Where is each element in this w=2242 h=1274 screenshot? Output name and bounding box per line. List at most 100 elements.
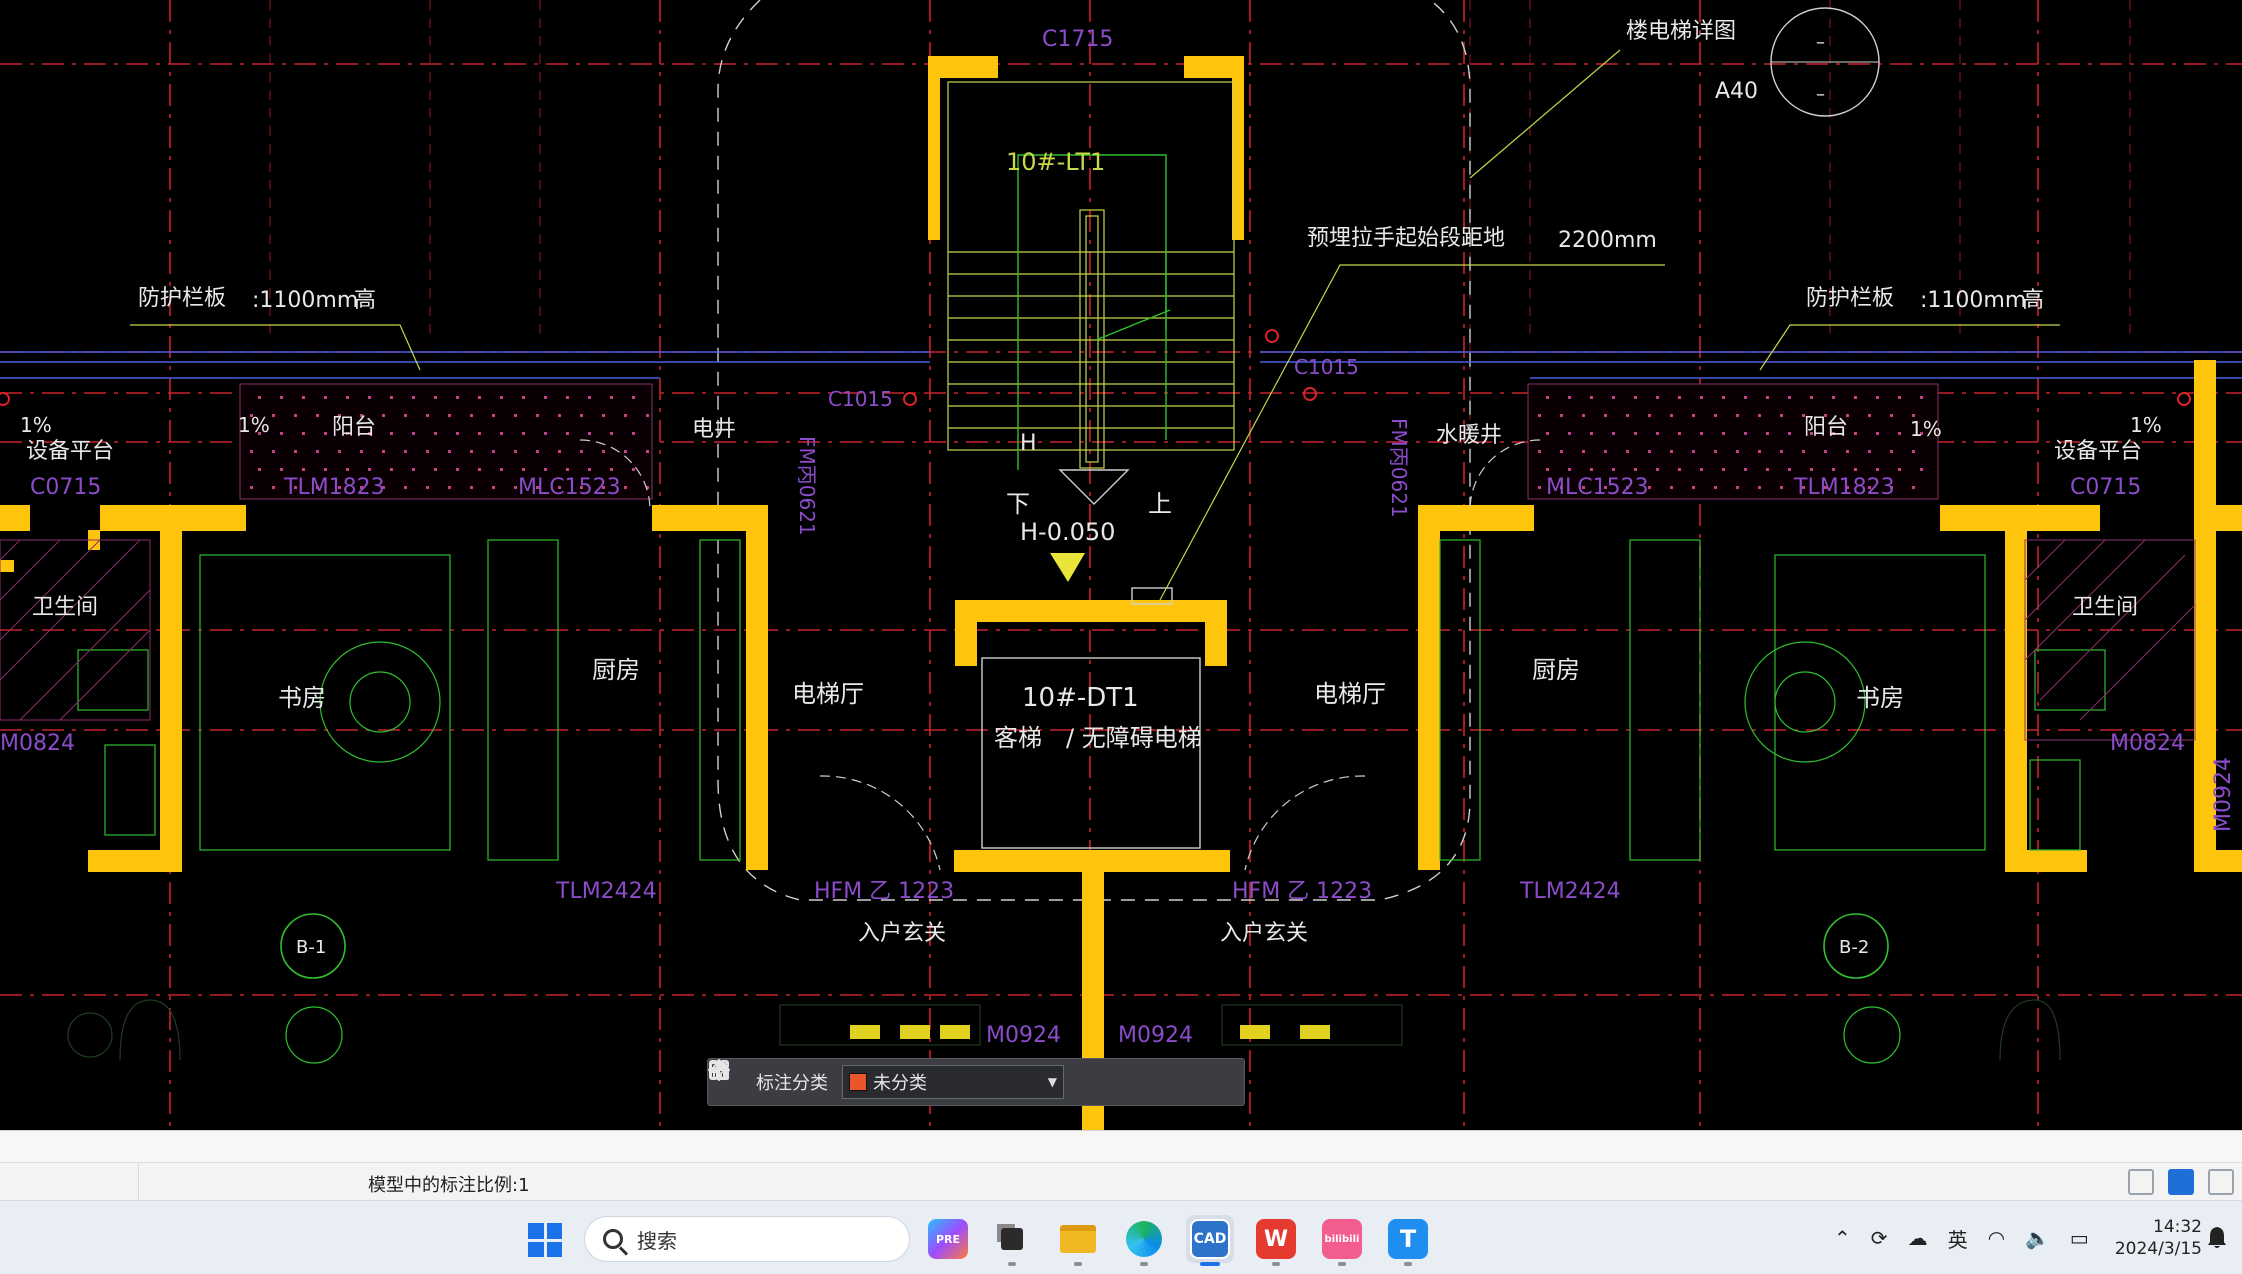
label-tlm1823-left: TLM1823 bbox=[283, 475, 385, 500]
label-title-detail: 楼电梯详图 bbox=[1626, 19, 1736, 44]
taskbar: 搜索 PRE CAD W bilibili T ⌃ ⟳ ☁ 英 ◠ 🔈 ▭ 14… bbox=[0, 1200, 2242, 1274]
cad-glyph: CAD bbox=[1190, 1219, 1230, 1259]
elevation-marker bbox=[1050, 553, 1085, 582]
cad-drawing-canvas[interactable]: 楼电梯详图 A40 – – C1715 10#-LT1 预埋拉手起始段距地 22… bbox=[0, 0, 2242, 1130]
label-entry-left: 入户玄关 bbox=[858, 921, 946, 946]
label-tlm1823-right: TLM1823 bbox=[1793, 475, 1895, 500]
label-fm-left: FM丙0621 bbox=[795, 436, 819, 536]
status-icons bbox=[2128, 1169, 2234, 1195]
bilibili-icon[interactable]: bilibili bbox=[1318, 1215, 1366, 1266]
windows-start-icon[interactable] bbox=[528, 1223, 562, 1257]
notification-bell-icon[interactable] bbox=[2206, 1225, 2228, 1249]
label-unit-b1: B-1 bbox=[296, 937, 326, 958]
category-selected-value: 未分类 bbox=[873, 1073, 927, 1094]
label-slope-4: 1% bbox=[2130, 413, 2162, 437]
edge-browser-icon[interactable] bbox=[1120, 1215, 1168, 1266]
balcony-edges bbox=[0, 351, 2242, 379]
copy-icon[interactable] bbox=[710, 1061, 1184, 1097]
taskbar-search[interactable]: 搜索 bbox=[584, 1216, 910, 1262]
label-m0924-b: M0924 bbox=[1118, 1023, 1193, 1048]
annotation-category-select[interactable]: 未分类 ▼ bbox=[842, 1065, 1064, 1099]
label-slope-2: 1% bbox=[238, 413, 270, 437]
label-c0715-left: C0715 bbox=[30, 475, 101, 500]
detail-leader-line bbox=[1469, 49, 1621, 179]
chevron-down-icon: ▼ bbox=[1047, 1075, 1057, 1089]
wifi-icon[interactable]: ◠ bbox=[1988, 1226, 2005, 1250]
ime-indicator[interactable]: 英 bbox=[1948, 1224, 1968, 1253]
category-color-swatch bbox=[849, 1073, 867, 1091]
label-mlc1523-left: MLC1523 bbox=[518, 475, 621, 500]
label-c1015-left: C1015 bbox=[828, 387, 893, 411]
label-handrail-value: 2200mm bbox=[1558, 228, 1657, 253]
cloud-icon[interactable]: ☁ bbox=[1908, 1226, 1928, 1250]
bilibili-glyph: bilibili bbox=[1322, 1219, 1362, 1259]
guard-right-leader bbox=[1759, 324, 2060, 371]
task-view-icon[interactable] bbox=[988, 1215, 1036, 1266]
label-study-right: 书房 bbox=[1856, 684, 1904, 712]
stair-down-arrow bbox=[1058, 469, 1130, 505]
label-detail-bottom: – bbox=[1816, 84, 1825, 105]
label-balcony-right: 阳台 bbox=[1804, 415, 1848, 440]
t-glyph: T bbox=[1388, 1219, 1428, 1259]
move-icon[interactable] bbox=[708, 1059, 1144, 1097]
label-elevator: 10#-DT1 bbox=[1022, 683, 1139, 713]
label-m0924-c: M0924 bbox=[2211, 757, 2236, 832]
label-elevation: H-0.050 bbox=[1020, 518, 1115, 546]
label-m0824-left: M0824 bbox=[0, 731, 75, 756]
label-stair-down: 下 bbox=[1006, 490, 1030, 518]
clock[interactable]: 14:32 2024/3/15 bbox=[2115, 1216, 2202, 1260]
label-bath-left: 卫生间 bbox=[32, 595, 98, 620]
label-handrail-note: 预埋拉手起始段距地 bbox=[1307, 226, 1505, 251]
label-elevator-type-a: 客梯 bbox=[994, 724, 1042, 752]
label-hfm-left: HFM 乙 1223 bbox=[814, 879, 954, 904]
label-guard-right-height: :1100mm bbox=[1920, 288, 2026, 313]
copilot-glyph: PRE bbox=[928, 1219, 968, 1259]
chevron-up-icon[interactable]: ⌃ bbox=[1834, 1226, 1851, 1250]
label-kitchen-right: 厨房 bbox=[1532, 656, 1580, 684]
sync-icon[interactable]: ⟳ bbox=[1871, 1226, 1888, 1250]
label-stair-h: H bbox=[1020, 431, 1037, 456]
battery-icon[interactable]: ▭ bbox=[2070, 1226, 2089, 1250]
search-icon bbox=[603, 1229, 623, 1249]
label-detail-ref: A40 bbox=[1715, 79, 1758, 104]
label-kitchen-left: 厨房 bbox=[592, 656, 640, 684]
label-guard-right-unit: 高 bbox=[2022, 288, 2044, 313]
wps-office-icon[interactable]: W bbox=[1252, 1215, 1300, 1266]
label-window-top: C1715 bbox=[1042, 27, 1113, 52]
label-guard-left: 防护栏板 bbox=[138, 286, 226, 311]
status-bar: 模型中的标注比例:1 bbox=[0, 1130, 2242, 1201]
label-stair: 10#-LT1 bbox=[1006, 148, 1105, 176]
label-elevator-type-b: / 无障碍电梯 bbox=[1066, 724, 1202, 752]
label-shaft-elec: 电井 bbox=[692, 417, 736, 442]
label-stair-up: 上 bbox=[1148, 490, 1172, 518]
system-tray: ⌃ ⟳ ☁ 英 ◠ 🔈 ▭ 14:32 2024/3/15 bbox=[1824, 1201, 2242, 1274]
label-detail-top: – bbox=[1816, 32, 1825, 53]
annotation-category-label: 标注分类 bbox=[756, 1073, 828, 1094]
edit-icon[interactable] bbox=[709, 1061, 1104, 1097]
label-study-left: 书房 bbox=[278, 684, 326, 712]
label-shaft-water: 水暖井 bbox=[1436, 423, 1502, 448]
label-equip-right: 设备平台 bbox=[2054, 439, 2142, 464]
label-guard-right: 防护栏板 bbox=[1806, 286, 1894, 311]
cad-viewer-app-icon[interactable]: CAD bbox=[1186, 1215, 1234, 1266]
command-line[interactable] bbox=[0, 1131, 2242, 1163]
label-guard-left-height: :1100mm bbox=[252, 288, 358, 313]
stair-treads bbox=[947, 81, 1235, 469]
t-app-icon[interactable]: T bbox=[1384, 1215, 1432, 1266]
label-tlm2424-right: TLM2424 bbox=[1519, 879, 1621, 904]
label-c1015-right: C1015 bbox=[1294, 355, 1359, 379]
model-space-icon[interactable] bbox=[2168, 1169, 2194, 1195]
copilot-app-icon[interactable]: PRE bbox=[924, 1215, 972, 1263]
layout-icon[interactable] bbox=[2128, 1169, 2154, 1195]
lower-features bbox=[67, 999, 2061, 1061]
label-mlc1523-right: MLC1523 bbox=[1546, 475, 1649, 500]
volume-icon[interactable]: 🔈 bbox=[2025, 1226, 2050, 1250]
balcony-hatch bbox=[239, 383, 1939, 500]
label-guard-left-unit: 高 bbox=[354, 288, 376, 313]
file-explorer-icon[interactable] bbox=[1054, 1215, 1102, 1266]
stair-arrows bbox=[1017, 154, 1171, 470]
paste-icon[interactable] bbox=[710, 1062, 1224, 1097]
display-icon[interactable] bbox=[2208, 1169, 2234, 1195]
status-divider bbox=[138, 1163, 139, 1201]
annotation-scale-status: 模型中的标注比例:1 bbox=[368, 1175, 530, 1196]
